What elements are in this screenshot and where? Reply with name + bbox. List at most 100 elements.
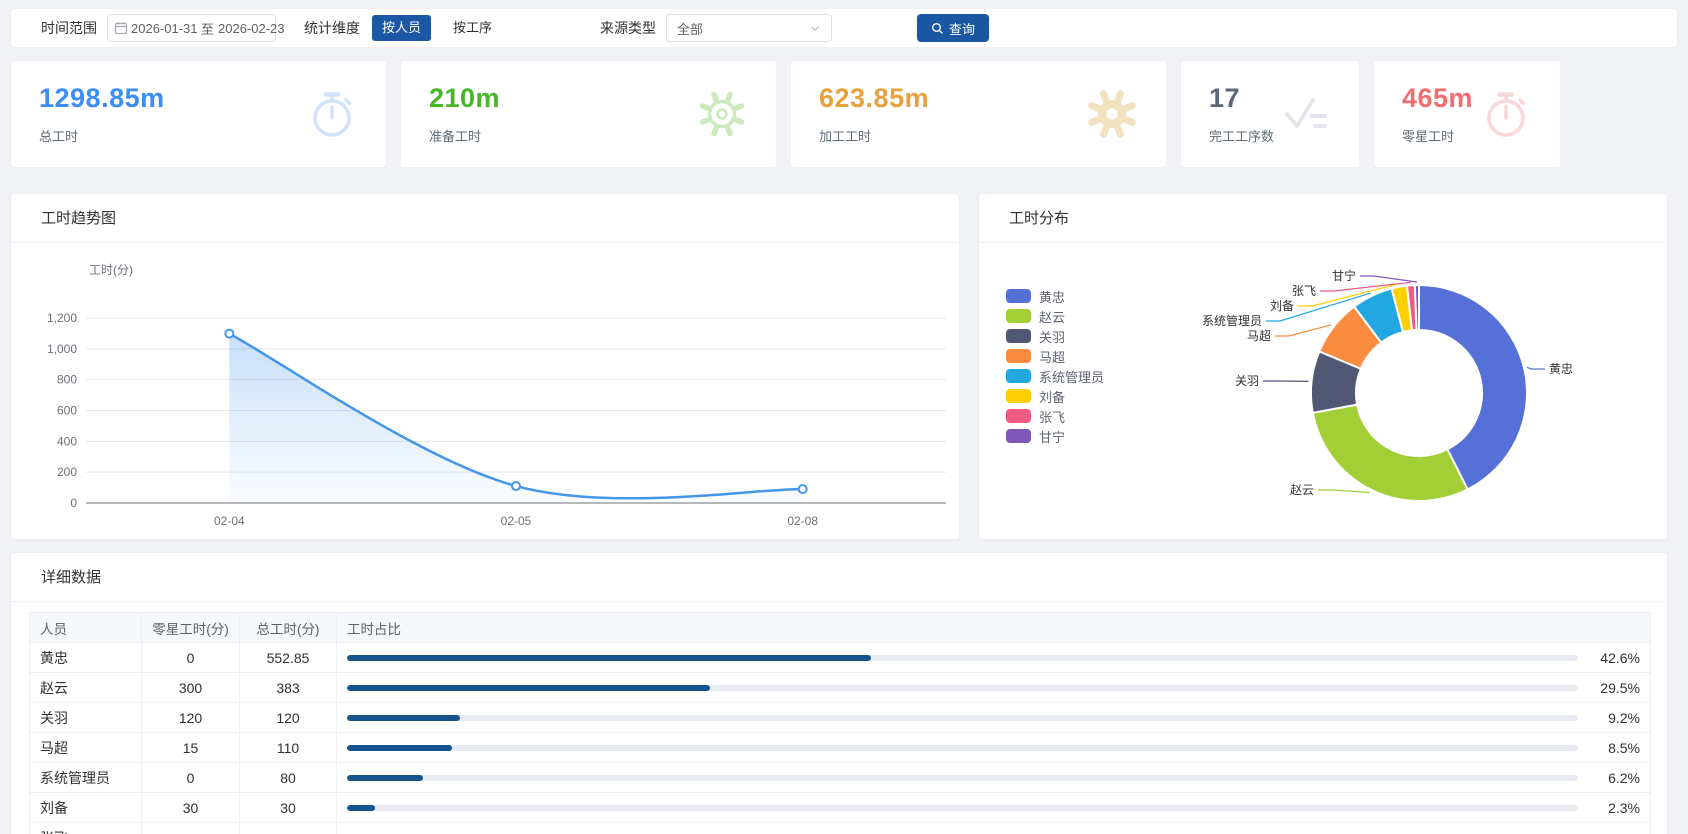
checklist-icon xyxy=(1277,86,1333,142)
trend-line-chart: 02004006008001,0001,200工时(分)02-0402-0502… xyxy=(11,243,961,541)
ratio-percent: 8.5% xyxy=(1588,740,1640,756)
dimension-label: 统计维度 xyxy=(304,18,360,38)
cell: 30 xyxy=(142,793,240,823)
stat-card-text: 465m 零星工时 xyxy=(1402,83,1473,145)
table-row-赵云: 赵云300383 29.5% xyxy=(30,673,1651,703)
cell: 马超 xyxy=(30,733,142,763)
stat-card-label: 完工工序数 xyxy=(1209,126,1274,145)
svg-text:1,000: 1,000 xyxy=(47,342,77,356)
dimension-option-2[interactable]: 按工序 xyxy=(443,15,502,41)
workhours-dashboard: { "filter": { "time_range_label": "时间范围"… xyxy=(0,0,1688,834)
detail-data-table: 人员零星工时(分)总工时(分)工时占比黄忠0552.85 42.6%赵云3003… xyxy=(29,612,1651,834)
ratio-percent: 6.2% xyxy=(1588,770,1640,786)
detail-table-title: 详细数据 xyxy=(11,553,1667,602)
table-row-关羽: 关羽120120 9.2% xyxy=(30,703,1651,733)
svg-text:关羽: 关羽 xyxy=(1235,374,1259,388)
cell: 300 xyxy=(142,673,240,703)
query-button-label: 查询 xyxy=(949,19,975,38)
search-icon xyxy=(931,22,944,35)
table-header-1: 人员 xyxy=(30,613,142,643)
ratio-bar-track xyxy=(347,745,1578,751)
stat-card-value: 623.85m xyxy=(819,83,929,114)
detail-table-panel: 详细数据 人员零星工时(分)总工时(分)工时占比黄忠0552.85 42.6%赵… xyxy=(10,552,1668,834)
chevron-down-icon xyxy=(809,22,821,34)
dimension-option-1[interactable]: 按人员 xyxy=(372,15,431,41)
cell: 120 xyxy=(240,703,337,733)
svg-text:1,200: 1,200 xyxy=(47,311,77,325)
ratio-bar-fill xyxy=(347,655,871,661)
trend-panel-title: 工时趋势图 xyxy=(11,194,959,243)
cell: 383 xyxy=(240,673,337,703)
stat-card-text: 623.85m 加工工时 xyxy=(819,83,929,145)
source-type-value: 全部 xyxy=(677,19,703,38)
ratio-cell: 6.2% xyxy=(337,763,1651,793)
svg-text:黄忠: 黄忠 xyxy=(1549,362,1573,376)
stat-card-3: 623.85m 加工工时 xyxy=(790,60,1167,168)
stat-card-value: 1298.85m xyxy=(39,83,165,114)
svg-text:400: 400 xyxy=(57,434,77,448)
cell: 110 xyxy=(240,733,337,763)
cell: 黄忠 xyxy=(30,643,142,673)
stat-card-1: 1298.85m 总工时 xyxy=(10,60,387,168)
date-separator: 至 xyxy=(197,19,218,38)
ratio-percent: 29.5% xyxy=(1588,680,1640,696)
svg-text:甘宁: 甘宁 xyxy=(1332,268,1356,283)
stopwatch-icon xyxy=(304,86,360,142)
ratio-cell: 9.2% xyxy=(337,703,1651,733)
source-type-select[interactable]: 全部 xyxy=(666,14,832,42)
ratio-bar-track xyxy=(347,805,1578,811)
svg-text:赵云: 赵云 xyxy=(1290,483,1314,497)
date-start-value: 2026-01-31 xyxy=(131,21,197,36)
cell: 15 xyxy=(142,733,240,763)
table-row-系统管理员: 系统管理员080 6.2% xyxy=(30,763,1651,793)
date-end-value: 2026-02-23 xyxy=(218,21,284,36)
pie-panel-title: 工时分布 xyxy=(979,194,1667,243)
table-row-黄忠: 黄忠0552.85 42.6% xyxy=(30,643,1651,673)
svg-text:0: 0 xyxy=(70,496,77,510)
svg-text:张飞: 张飞 xyxy=(1292,284,1316,298)
svg-text:02-04: 02-04 xyxy=(214,514,245,528)
stat-card-text: 1298.85m 总工时 xyxy=(39,83,165,145)
cell: 赵云 xyxy=(30,673,142,703)
ratio-bar-fill xyxy=(347,715,460,721)
trend-panel: 工时趋势图 02004006008001,0001,200工时(分)02-040… xyxy=(10,193,960,540)
stat-card-5: 465m 零星工时 xyxy=(1373,60,1561,168)
table-header-4: 工时占比 xyxy=(337,613,1651,643)
stat-card-label: 准备工时 xyxy=(429,126,500,145)
cell: 30 xyxy=(240,793,337,823)
stat-card-4: 17 完工工序数 xyxy=(1180,60,1360,168)
time-range-label: 时间范围 xyxy=(41,18,97,38)
gear-solid-icon xyxy=(1084,86,1140,142)
table-row-张飞: 张飞 xyxy=(30,823,1651,834)
cell: 120 xyxy=(142,703,240,733)
ratio-cell: 29.5% xyxy=(337,673,1651,703)
cell: 张飞 xyxy=(30,823,142,834)
cell xyxy=(240,823,337,834)
svg-text:马超: 马超 xyxy=(1247,328,1271,343)
filter-bar: 时间范围 2026-01-31 至 2026-02-23 统计维度 按人员按工序… xyxy=(10,8,1678,48)
calendar-icon xyxy=(114,21,128,35)
cell: 80 xyxy=(240,763,337,793)
svg-text:02-05: 02-05 xyxy=(501,514,532,528)
ratio-percent: 42.6% xyxy=(1588,650,1640,666)
ratio-bar-fill xyxy=(347,745,452,751)
cell xyxy=(142,823,240,834)
stat-card-value: 17 xyxy=(1209,83,1274,114)
svg-text:工时(分): 工时(分) xyxy=(89,263,133,277)
table-row-刘备: 刘备3030 2.3% xyxy=(30,793,1651,823)
stat-card-label: 加工工时 xyxy=(819,126,929,145)
stat-card-value: 210m xyxy=(429,83,500,114)
svg-text:02-08: 02-08 xyxy=(787,514,818,528)
query-button[interactable]: 查询 xyxy=(917,14,989,42)
svg-text:800: 800 xyxy=(57,373,77,387)
stat-card-2: 210m 准备工时 xyxy=(400,60,777,168)
ratio-cell: 2.3% xyxy=(337,793,1651,823)
date-range-input[interactable]: 2026-01-31 至 2026-02-23 xyxy=(107,14,276,42)
ratio-bar-fill xyxy=(347,805,375,811)
ratio-bar-track xyxy=(347,655,1578,661)
cell: 552.85 xyxy=(240,643,337,673)
source-type-label: 来源类型 xyxy=(600,18,656,38)
cell: 系统管理员 xyxy=(30,763,142,793)
svg-text:600: 600 xyxy=(57,404,77,418)
stat-card-label: 零星工时 xyxy=(1402,126,1473,145)
